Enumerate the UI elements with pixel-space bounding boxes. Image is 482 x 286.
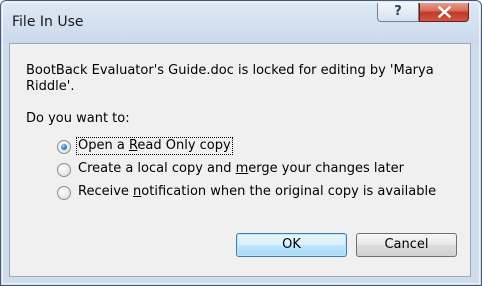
- option-label-receive-notification[interactable]: Receive notification when the original c…: [77, 184, 437, 200]
- radio-receive-notification[interactable]: [57, 186, 71, 200]
- radio-open-read-only[interactable]: [57, 140, 71, 154]
- question-label: Do you want to:: [26, 111, 130, 126]
- option-create-local-copy[interactable]: Create a local copy and merge your chang…: [57, 161, 467, 181]
- ok-button[interactable]: OK: [236, 233, 347, 257]
- help-icon: ?: [394, 4, 402, 19]
- option-open-read-only[interactable]: Open a Read Only copy: [57, 137, 467, 158]
- option-label-open-read-only[interactable]: Open a Read Only copy: [76, 137, 233, 155]
- dialog-body: BootBack Evaluator's Guide.doc is locked…: [9, 43, 471, 277]
- close-button[interactable]: [419, 2, 469, 22]
- lock-message: BootBack Evaluator's Guide.doc is locked…: [26, 63, 434, 94]
- dialog-title: File In Use: [12, 14, 84, 30]
- option-receive-notification[interactable]: Receive notification when the original c…: [57, 184, 467, 204]
- cancel-button[interactable]: Cancel: [356, 233, 457, 257]
- title-bar[interactable]: File In Use ?: [1, 1, 481, 43]
- radio-create-local-copy[interactable]: [57, 163, 71, 177]
- help-button[interactable]: ?: [377, 2, 419, 22]
- file-in-use-dialog: File In Use ? BootBack Evaluator's Guide…: [0, 0, 482, 286]
- close-x-icon: [438, 6, 451, 18]
- option-label-create-local-copy[interactable]: Create a local copy and merge your chang…: [77, 161, 405, 177]
